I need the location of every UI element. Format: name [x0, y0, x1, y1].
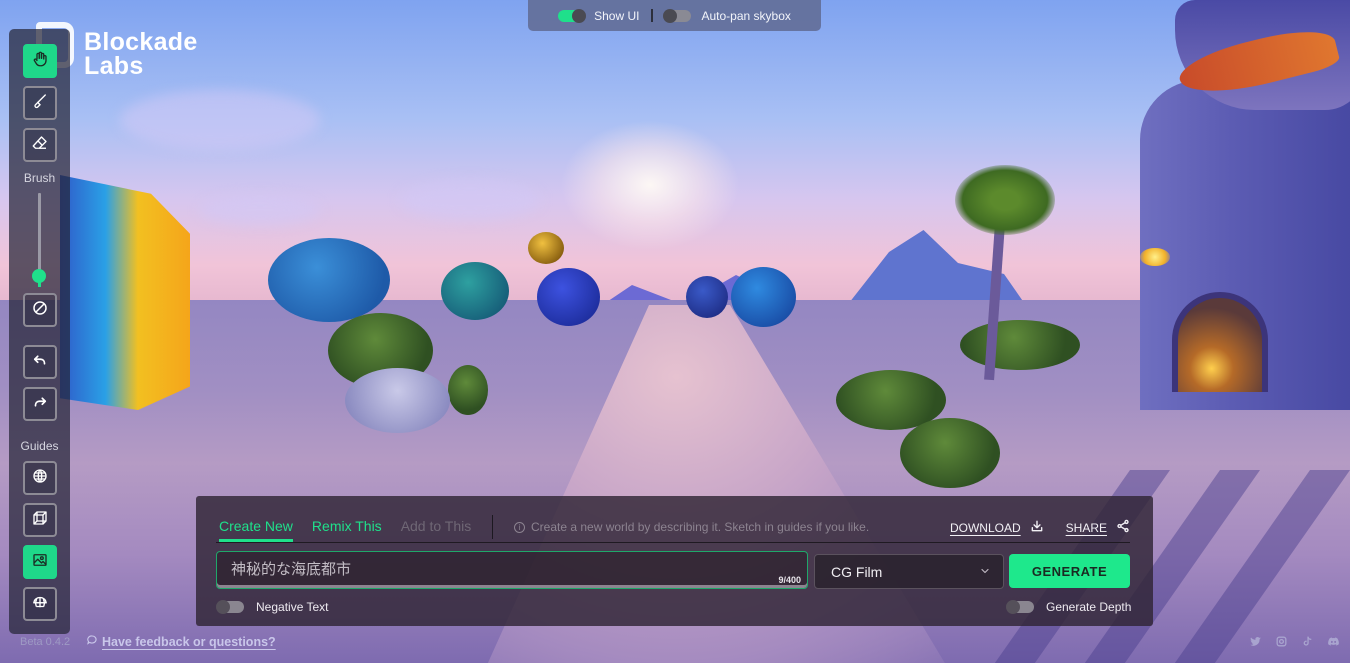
- generate-depth-label: Generate Depth: [1046, 600, 1132, 614]
- image-guide-button[interactable]: [23, 545, 57, 579]
- version-label: Beta 0.4.2: [20, 636, 71, 648]
- undo-icon: [31, 351, 49, 374]
- info-icon: i: [514, 521, 525, 533]
- hint-text: Create a new world by describing it. Ske…: [531, 520, 870, 534]
- dome-icon: [31, 593, 49, 616]
- feedback-link-text[interactable]: Have feedback or questions?: [102, 635, 276, 649]
- brush-tool-button[interactable]: [23, 86, 57, 120]
- bush: [448, 365, 488, 415]
- balloon: [441, 262, 509, 320]
- feedback-link[interactable]: Have feedback or questions?: [86, 634, 276, 649]
- generation-panel: Create New Remix This Add to This i Crea…: [196, 496, 1153, 626]
- eraser-tool-button[interactable]: [23, 128, 57, 162]
- auto-pan-label: Auto-pan skybox: [701, 8, 791, 23]
- redo-button[interactable]: [23, 387, 57, 421]
- chevron-down-icon: [979, 564, 991, 580]
- bush: [900, 418, 1000, 488]
- social-links: [1248, 634, 1340, 648]
- share-button[interactable]: SHARE: [1066, 519, 1130, 536]
- panel-actions: DOWNLOAD SHARE: [950, 519, 1130, 536]
- auto-pan-toggle[interactable]: [663, 8, 692, 23]
- style-dropdown[interactable]: CG Film: [814, 554, 1004, 589]
- divider: [492, 515, 493, 539]
- rock: [345, 368, 450, 433]
- tab-add-to-this: Add to This: [400, 518, 472, 534]
- balloon: [686, 276, 728, 318]
- brush-size-slider[interactable]: [38, 193, 41, 275]
- generate-depth-toggle[interactable]: [1006, 600, 1034, 614]
- auto-pan-toggle-group[interactable]: Auto-pan skybox: [663, 8, 791, 23]
- brand-line-2: Labs: [84, 52, 144, 80]
- globe-guide-button[interactable]: [23, 461, 57, 495]
- globe-icon: [31, 467, 49, 490]
- clear-button[interactable]: [23, 293, 57, 327]
- dome-guide-button[interactable]: [23, 587, 57, 621]
- tab-create-new[interactable]: Create New: [219, 518, 293, 542]
- negative-text-toggle[interactable]: [216, 600, 244, 614]
- balloon: [731, 267, 796, 327]
- generate-depth-toggle-group[interactable]: Generate Depth: [1006, 600, 1132, 614]
- brush-size-slider-fill: [38, 281, 41, 287]
- divider: [216, 542, 1130, 543]
- brush-icon: [31, 92, 49, 115]
- show-ui-toggle[interactable]: [558, 8, 587, 23]
- balloon: [528, 232, 564, 264]
- balloon: [268, 238, 390, 322]
- eraser-icon: [31, 134, 49, 157]
- hint: i Create a new world by describing it. S…: [514, 520, 869, 534]
- generate-button[interactable]: GENERATE: [1009, 554, 1130, 588]
- no-entry-icon: [31, 299, 49, 322]
- negative-text-label: Negative Text: [256, 600, 329, 614]
- show-ui-label: Show UI: [594, 8, 640, 23]
- character-counter: 9/400: [778, 575, 801, 585]
- lamp: [1140, 248, 1170, 266]
- guides-label: Guides: [20, 439, 59, 453]
- download-icon: [1030, 519, 1044, 536]
- redo-icon: [31, 393, 49, 416]
- prompt-input[interactable]: [217, 552, 807, 588]
- instagram-icon[interactable]: [1274, 634, 1288, 648]
- undo-button[interactable]: [23, 345, 57, 379]
- chat-bubble-icon: [86, 634, 98, 649]
- palm-leaves: [955, 165, 1055, 235]
- image-icon: [31, 551, 49, 574]
- tab-remix-this[interactable]: Remix This: [312, 518, 382, 542]
- cloud: [200, 195, 320, 225]
- cube-guide-button[interactable]: [23, 503, 57, 537]
- discord-icon[interactable]: [1326, 634, 1340, 648]
- show-ui-toggle-group[interactable]: Show UI: [558, 8, 640, 23]
- download-label: DOWNLOAD: [949, 520, 1021, 535]
- sun-glow: [560, 120, 740, 250]
- mode-tabs: Create New Remix This Add to This: [219, 518, 471, 542]
- brush-label: Brush: [23, 171, 56, 185]
- pan-tool-button[interactable]: [23, 44, 57, 78]
- tower-door: [1172, 292, 1268, 392]
- share-icon: [1116, 519, 1130, 536]
- twitter-icon[interactable]: [1248, 634, 1262, 648]
- logo-text: Blockade Labs: [84, 28, 198, 80]
- cube-icon: [31, 509, 49, 532]
- top-toggle-bar: Show UI Auto-pan skybox: [528, 0, 821, 31]
- building: [60, 175, 190, 410]
- balloon: [537, 268, 600, 326]
- style-selected-value: CG Film: [831, 563, 883, 580]
- brand-line-1: Blockade: [84, 28, 198, 56]
- cloud: [400, 180, 540, 220]
- negative-text-toggle-group[interactable]: Negative Text: [216, 600, 329, 614]
- cloud: [120, 90, 320, 150]
- prompt-field[interactable]: 9/400: [216, 551, 808, 589]
- divider: [651, 9, 654, 22]
- tiktok-icon[interactable]: [1300, 634, 1314, 648]
- bush: [960, 320, 1080, 370]
- hand-icon: [31, 50, 49, 73]
- share-label: SHARE: [1065, 520, 1107, 535]
- download-button[interactable]: DOWNLOAD: [950, 519, 1044, 536]
- drawing-toolbar: Brush Guides: [9, 29, 70, 634]
